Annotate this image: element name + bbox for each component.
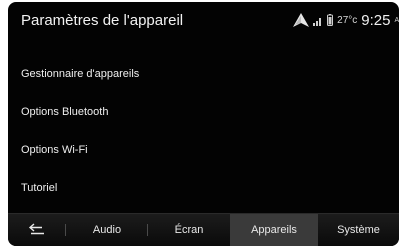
menu-item-bluetooth-options[interactable]: Options Bluetooth [8, 100, 399, 138]
tab-appareils[interactable]: Appareils [230, 214, 318, 246]
back-arrow-icon [28, 222, 46, 238]
clock-ampm: AM [394, 16, 400, 24]
clock-time: 9:25 [361, 11, 391, 29]
tab-audio[interactable]: Audio [66, 214, 148, 246]
menu-item-wifi-options[interactable]: Options Wi-Fi [8, 138, 399, 176]
signal-strength-icon [313, 15, 323, 26]
tab-systeme[interactable]: Système [318, 214, 399, 246]
navigation-arrow-icon [293, 13, 310, 27]
phone-battery-icon [327, 14, 334, 26]
bottom-tab-bar: Audio Écran Appareils Système [8, 213, 399, 246]
tab-systeme-label: Système [337, 224, 380, 236]
tab-ecran[interactable]: Écran [148, 214, 230, 246]
tab-appareils-label: Appareils [251, 224, 297, 236]
tab-ecran-label: Écran [174, 224, 204, 236]
tab-audio-label: Audio [92, 224, 122, 236]
temperature-readout: 27°c [337, 14, 358, 26]
status-area: 27°c 9:25 AM [293, 10, 399, 30]
header-bar: Paramètres de l'appareil 27°c 9:25 A [8, 2, 399, 38]
menu-item-tutorial[interactable]: Tutoriel [8, 176, 399, 214]
settings-menu: Gestionnaire d'appareils Options Bluetoo… [8, 62, 399, 214]
back-button[interactable] [8, 214, 66, 246]
settings-screen: Paramètres de l'appareil 27°c 9:25 A Ges… [8, 2, 399, 246]
page-title: Paramètres de l'appareil [21, 12, 184, 29]
menu-item-device-manager[interactable]: Gestionnaire d'appareils [8, 62, 399, 100]
